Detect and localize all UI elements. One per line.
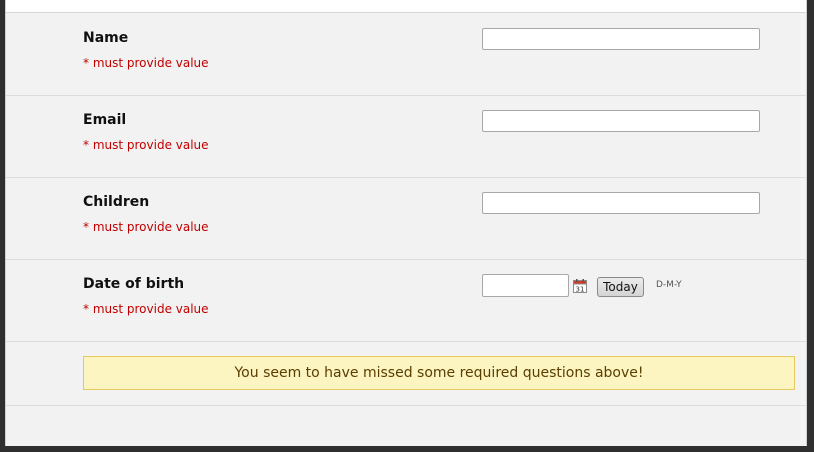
question-row-email: Email * must provide value bbox=[6, 95, 806, 178]
date-of-birth-required-message: * must provide value bbox=[83, 302, 209, 316]
email-required-message: * must provide value bbox=[83, 138, 209, 152]
form-panel: Name * must provide value Email * must p… bbox=[5, 0, 807, 446]
calendar-icon-day: 31 bbox=[576, 286, 585, 294]
today-button[interactable]: Today bbox=[597, 277, 644, 297]
question-row-name: Name * must provide value bbox=[6, 13, 806, 96]
email-input[interactable] bbox=[482, 110, 760, 132]
name-required-message: * must provide value bbox=[83, 56, 209, 70]
name-input[interactable] bbox=[482, 28, 760, 50]
date-of-birth-label: Date of birth bbox=[83, 276, 185, 292]
panel-top-strip bbox=[6, 0, 806, 13]
date-format-hint: D-M-Y bbox=[656, 280, 682, 290]
date-of-birth-input[interactable] bbox=[482, 274, 569, 297]
children-input[interactable] bbox=[482, 192, 760, 214]
question-row-date-of-birth: Date of birth * must provide value 31 To… bbox=[6, 259, 806, 342]
question-row-children: Children * must provide value bbox=[6, 177, 806, 260]
children-label: Children bbox=[83, 194, 150, 210]
warning-row: You seem to have missed some required qu… bbox=[6, 341, 806, 406]
name-label: Name bbox=[83, 30, 129, 46]
email-label: Email bbox=[83, 112, 127, 128]
children-required-message: * must provide value bbox=[83, 220, 209, 234]
missing-required-warning: You seem to have missed some required qu… bbox=[83, 356, 795, 390]
calendar-icon[interactable]: 31 bbox=[573, 279, 587, 293]
